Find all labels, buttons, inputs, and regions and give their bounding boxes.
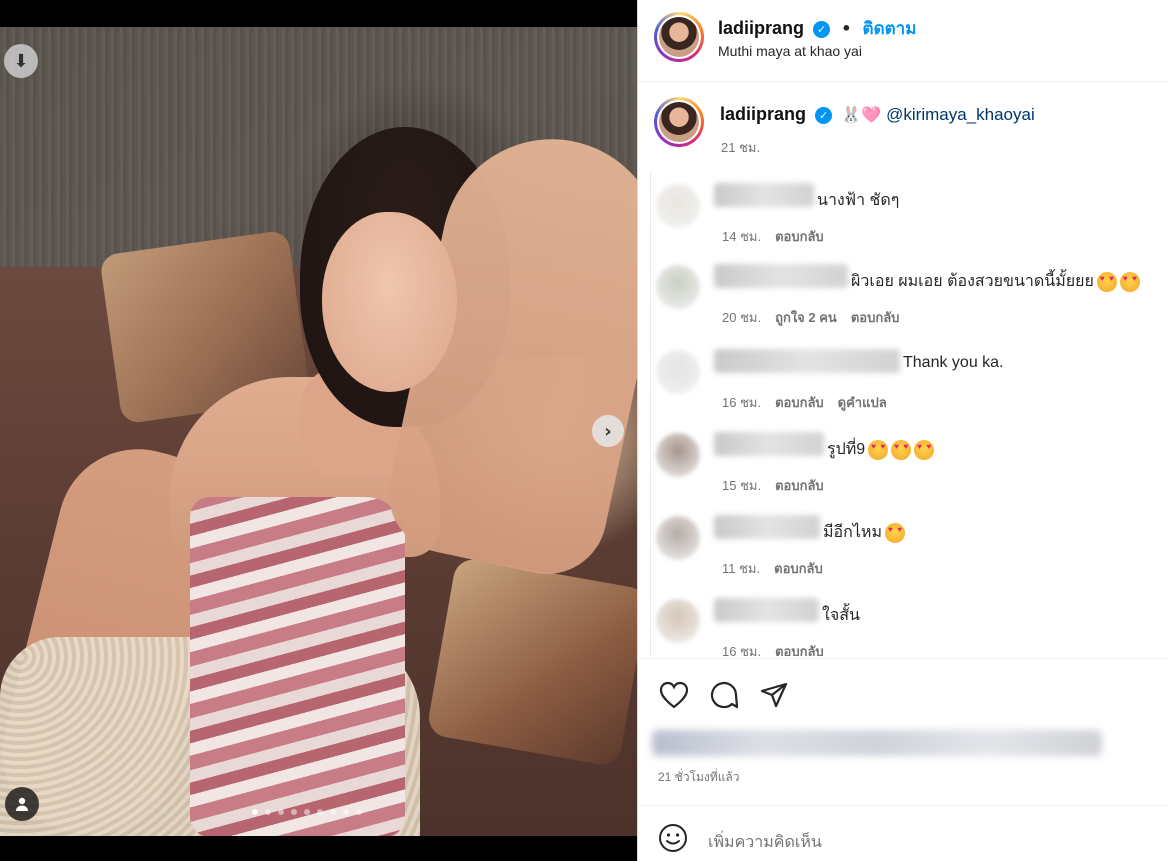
tagged-users-button[interactable] bbox=[5, 787, 39, 821]
carousel-indicator bbox=[252, 809, 362, 815]
verified-badge-icon: ✓ bbox=[815, 107, 833, 124]
comment-timestamp[interactable]: 11 ชม. bbox=[722, 561, 760, 576]
commenter-avatar[interactable] bbox=[656, 599, 700, 643]
heart-eyes-emoji-icon bbox=[1119, 271, 1140, 292]
comment-text: นางฟ้า ชัดๆ bbox=[817, 192, 900, 209]
post-caption: ladiiprang ✓ 🐰🩷 @kirimaya_khaoyai bbox=[720, 104, 1035, 125]
carousel-dot bbox=[304, 809, 310, 815]
translate-button[interactable]: ดูคำแปล bbox=[838, 395, 887, 410]
share-button[interactable] bbox=[758, 679, 790, 711]
heart-eyes-emoji-icon bbox=[891, 439, 912, 460]
commenter-username[interactable] bbox=[714, 515, 820, 539]
carousel-dot bbox=[330, 809, 336, 815]
reply-button[interactable]: ตอบกลับ bbox=[851, 310, 900, 325]
comment-item: ใจสั้น 16 ชม. ตอบกลับ bbox=[651, 593, 1165, 656]
caption-username[interactable]: ladiiprang bbox=[720, 104, 806, 124]
heart-icon bbox=[659, 681, 689, 709]
comment-text: มีอีกไหม bbox=[823, 520, 905, 545]
heart-eyes-emoji-icon bbox=[914, 439, 935, 460]
commenter-username[interactable] bbox=[714, 432, 824, 456]
download-button[interactable]: ⬇ bbox=[4, 44, 38, 78]
post-photo[interactable] bbox=[0, 27, 637, 836]
commenter-username[interactable] bbox=[714, 349, 900, 373]
add-comment-bar: เพิ่มความคิดเห็น bbox=[638, 805, 1168, 861]
carousel-dot bbox=[252, 809, 258, 815]
comment-text: รูปที่9 bbox=[827, 437, 935, 462]
user-icon bbox=[16, 797, 28, 811]
action-bar bbox=[638, 658, 1168, 728]
reply-button[interactable]: ตอบกลับ bbox=[775, 644, 824, 656]
author-avatar[interactable] bbox=[654, 12, 704, 62]
comment-meta: 11 ชม. ตอบกลับ bbox=[722, 558, 837, 579]
comment-text: ใจสั้น bbox=[822, 607, 860, 624]
reply-button[interactable]: ตอบกลับ bbox=[774, 561, 823, 576]
caption-avatar[interactable] bbox=[654, 97, 704, 147]
comment-icon bbox=[710, 682, 739, 709]
commenter-username[interactable] bbox=[714, 598, 819, 622]
commenter-avatar[interactable] bbox=[656, 516, 700, 560]
comment-timestamp[interactable]: 16 ชม. bbox=[722, 644, 761, 656]
smiley-icon bbox=[659, 824, 687, 852]
follow-button[interactable]: ติดตาม bbox=[863, 19, 917, 38]
carousel-dot bbox=[343, 809, 349, 815]
comment-meta: 16 ชม. ตอบกลับ bbox=[722, 641, 838, 656]
reply-button[interactable]: ตอบกลับ bbox=[775, 478, 824, 493]
commenter-username[interactable] bbox=[714, 183, 814, 207]
post-timestamp[interactable]: 21 ชั่วโมงที่แล้ว bbox=[658, 768, 740, 787]
send-icon bbox=[760, 682, 788, 708]
comment-meta: 20 ชม. ถูกใจ 2 คน ตอบกลับ bbox=[722, 307, 913, 328]
comment-timestamp[interactable]: 16 ชม. bbox=[722, 395, 761, 410]
comments-list[interactable]: นางฟ้า ชัดๆ 14 ชม. ตอบกลับ ผิวเอย ผมเอย ต้อ… bbox=[650, 172, 1165, 656]
post-media: ⬇ › bbox=[0, 0, 637, 861]
heart-eyes-emoji-icon bbox=[1096, 271, 1117, 292]
carousel-dot bbox=[278, 809, 284, 815]
comment-item: นางฟ้า ชัดๆ 14 ชม. ตอบกลับ bbox=[651, 178, 1165, 258]
heart-eyes-emoji-icon bbox=[884, 522, 905, 543]
caption-timestamp[interactable]: 21 ชม. bbox=[721, 137, 760, 158]
arrow-down-icon: ⬇ bbox=[13, 50, 29, 72]
comment-timestamp[interactable]: 14 ชม. bbox=[722, 229, 761, 244]
comment-meta: 16 ชม. ตอบกลับ ดูคำแปล bbox=[722, 392, 901, 413]
heart-eyes-emoji-icon bbox=[868, 439, 889, 460]
comment-likes-link[interactable]: ถูกใจ 2 คน bbox=[775, 310, 837, 325]
add-comment-input[interactable]: เพิ่มความคิดเห็น bbox=[708, 830, 822, 855]
comment-timestamp[interactable]: 20 ชม. bbox=[722, 310, 761, 325]
carousel-dot bbox=[317, 809, 323, 815]
carousel-dot bbox=[291, 809, 297, 815]
comment-item: มีอีกไหม 11 ชม. ตอบกลับ bbox=[651, 510, 1165, 590]
post-header: ladiiprang ✓ • ติดตาม Muthi maya at khao… bbox=[638, 0, 1168, 82]
comment-meta: 15 ชม. ตอบกลับ bbox=[722, 475, 838, 496]
commenter-avatar[interactable] bbox=[656, 350, 700, 394]
comment-meta: 14 ชม. ตอบกลับ bbox=[722, 226, 838, 247]
like-button[interactable] bbox=[658, 679, 690, 711]
chevron-right-icon: › bbox=[604, 420, 612, 442]
comment-item: รูปที่9 15 ชม. ตอบกลับ bbox=[651, 427, 1165, 507]
commenter-avatar[interactable] bbox=[656, 184, 700, 228]
post-location[interactable]: Muthi maya at khao yai bbox=[718, 43, 862, 59]
carousel-dot bbox=[356, 809, 362, 815]
commenter-avatar[interactable] bbox=[656, 433, 700, 477]
verified-badge-icon: ✓ bbox=[813, 21, 831, 38]
emoji-picker-button[interactable] bbox=[658, 823, 690, 855]
next-slide-button[interactable]: › bbox=[592, 415, 624, 447]
carousel-dot bbox=[265, 809, 271, 815]
caption-mention-link[interactable]: @kirimaya_khaoyai bbox=[886, 105, 1035, 124]
likes-summary[interactable] bbox=[652, 730, 1102, 756]
commenter-avatar[interactable] bbox=[656, 265, 700, 309]
caption-emoji: 🐰🩷 bbox=[841, 105, 882, 124]
post-side-panel: ladiiprang ✓ • ติดตาม Muthi maya at khao… bbox=[637, 0, 1168, 861]
author-username[interactable]: ladiiprang bbox=[718, 18, 804, 38]
comment-button[interactable] bbox=[708, 679, 740, 711]
comment-item: Thank you ka. 16 ชม. ตอบกลับ ดูคำแปล bbox=[651, 344, 1165, 424]
reply-button[interactable]: ตอบกลับ bbox=[775, 229, 824, 244]
comment-timestamp[interactable]: 15 ชม. bbox=[722, 478, 761, 493]
comment-item: ผิวเอย ผมเอย ต้องสวยขนาดนี้มั้ยยย 20 ชม. ถ… bbox=[651, 259, 1165, 339]
comment-text: ผิวเอย ผมเอย ต้องสวยขนาดนี้มั้ยยย bbox=[851, 269, 1140, 294]
commenter-username[interactable] bbox=[714, 264, 848, 288]
reply-button[interactable]: ตอบกลับ bbox=[775, 395, 824, 410]
comment-text: Thank you ka. bbox=[903, 354, 1004, 371]
